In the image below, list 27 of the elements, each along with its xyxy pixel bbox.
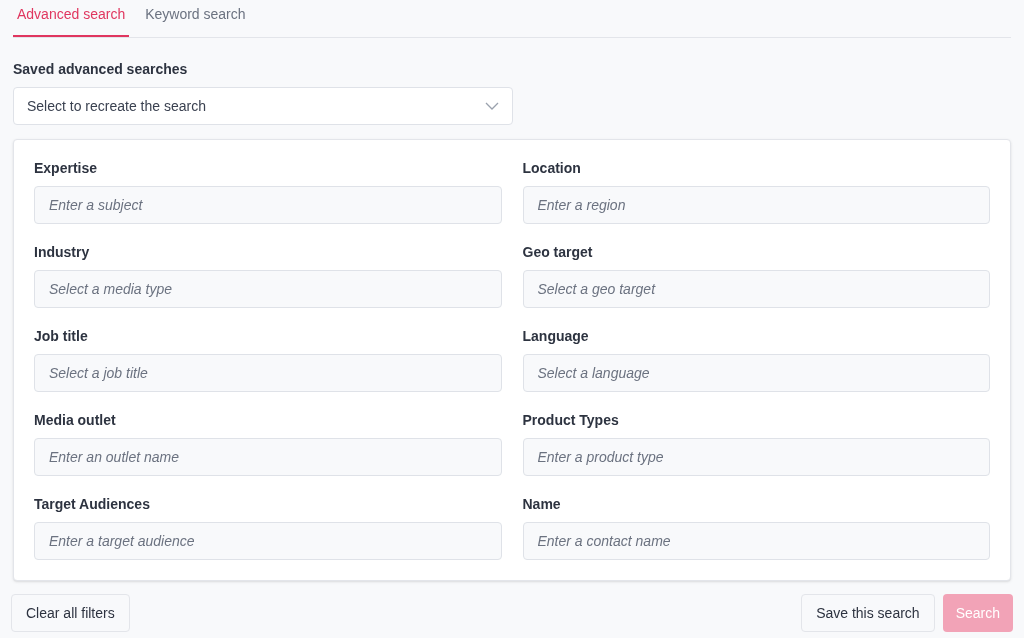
field-label: Expertise [34, 160, 99, 177]
field-label: Industry [34, 244, 91, 261]
input-field[interactable]: Select a media type [34, 270, 502, 308]
input-field[interactable]: Enter a product type [522, 438, 990, 476]
input-field[interactable]: Select a geo target [522, 270, 990, 308]
field-label: Saved advanced searches [13, 60, 189, 79]
field-label: Geo target [522, 244, 594, 261]
field-label: Job title [34, 328, 89, 345]
field-label: Language [522, 328, 590, 345]
field-label: Name [522, 496, 562, 513]
input-field[interactable]: Select a language [522, 354, 990, 392]
input-field[interactable]: Enter a contact name [522, 522, 990, 560]
field-label: Media outlet [34, 412, 117, 429]
field-label: Location [522, 160, 582, 177]
input-field[interactable]: Enter an outlet name [34, 438, 502, 476]
tab[interactable]: Advanced search [13, 4, 130, 37]
saved-search-dropdown[interactable]: Select to recreate the search [13, 87, 513, 125]
field-label: Target Audiences [34, 496, 151, 513]
input-field[interactable]: Select a job title [34, 354, 502, 392]
chevron-down-icon [485, 102, 499, 110]
input-field[interactable]: Enter a subject [34, 186, 502, 224]
tab[interactable]: Keyword search [141, 4, 250, 37]
clear-filters-button[interactable]: Clear all filters [11, 594, 130, 632]
input-field[interactable]: Enter a target audience [34, 522, 502, 560]
save-search-button[interactable]: Save this search [801, 594, 935, 632]
input-field[interactable]: Enter a region [522, 186, 990, 224]
field-label: Product Types [522, 412, 620, 429]
